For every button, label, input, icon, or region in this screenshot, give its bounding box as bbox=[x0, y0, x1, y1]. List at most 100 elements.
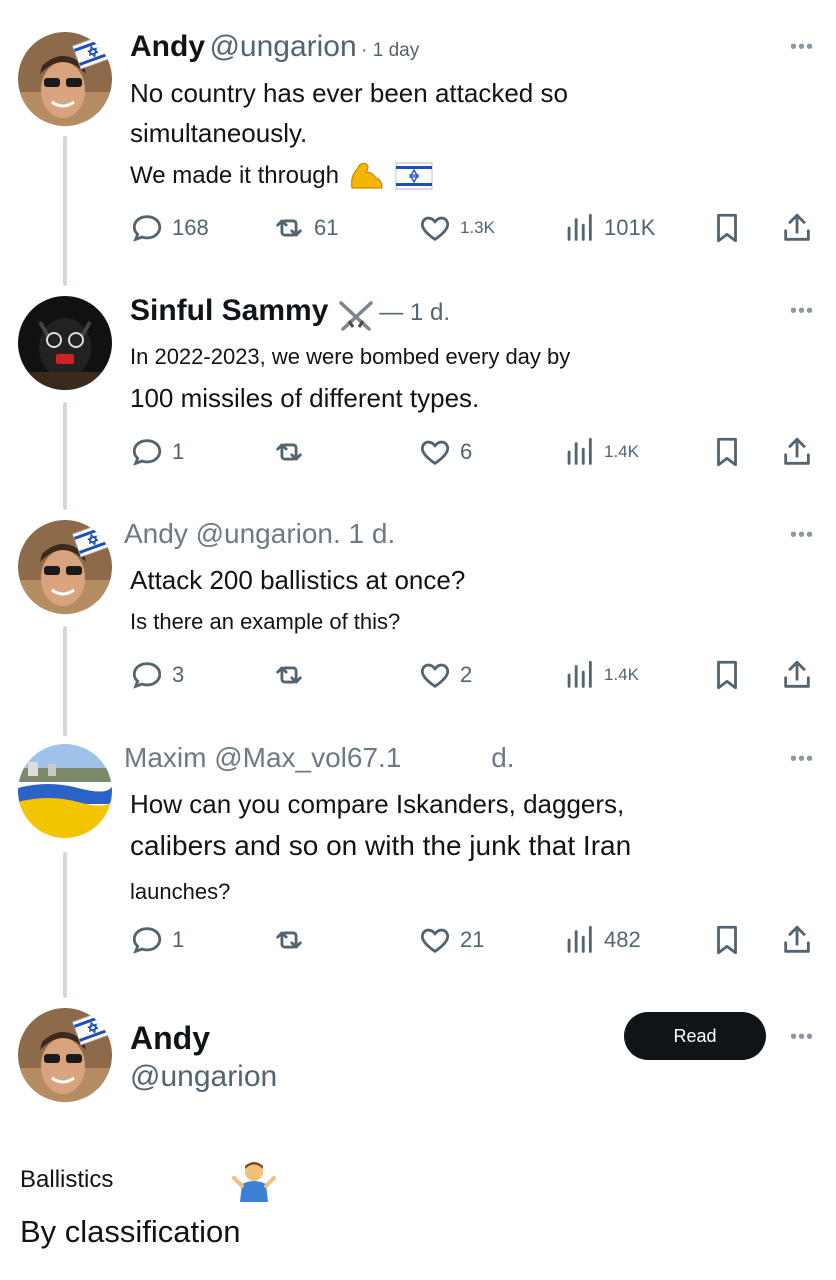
tweet-text-line: We made it through bbox=[130, 158, 433, 194]
like-button[interactable]: 21 bbox=[418, 920, 484, 960]
thread-line bbox=[63, 852, 67, 998]
tweet-text-segment: We made it through bbox=[130, 161, 340, 189]
views-button[interactable]: 482 bbox=[562, 920, 641, 960]
reply-icon bbox=[132, 215, 162, 242]
reply-count: 1 bbox=[172, 439, 185, 464]
avatar[interactable] bbox=[18, 32, 112, 126]
timestamp[interactable]: · 1 day bbox=[361, 40, 419, 61]
author-handle[interactable]: @ungarion bbox=[209, 30, 356, 63]
like-button[interactable]: 2 bbox=[418, 655, 472, 695]
reply-count: 168 bbox=[172, 215, 209, 240]
bookmark-button[interactable] bbox=[710, 920, 744, 960]
reply-button[interactable]: 1 bbox=[130, 432, 184, 472]
like-count: 6 bbox=[460, 439, 473, 464]
tweet-text-line: launches? bbox=[130, 879, 231, 904]
bookmark-button[interactable] bbox=[710, 432, 744, 472]
bookmark-icon bbox=[717, 660, 737, 690]
more-options-icon[interactable]: ••• bbox=[790, 36, 814, 59]
share-button[interactable] bbox=[780, 208, 814, 248]
like-icon bbox=[420, 928, 450, 954]
timestamp[interactable]: d. bbox=[491, 742, 514, 773]
reply-icon bbox=[132, 927, 162, 954]
avatar[interactable] bbox=[18, 520, 112, 614]
tweet-text-line: Is there an example of this? bbox=[130, 609, 401, 634]
views-button[interactable]: 101K bbox=[562, 208, 655, 248]
avatar[interactable] bbox=[18, 744, 112, 838]
tweet-text-line: 100 missiles of different types. bbox=[130, 383, 480, 413]
thread-line bbox=[63, 402, 67, 510]
views-button[interactable]: 1.4K bbox=[562, 432, 639, 472]
crossed-swords-emoji bbox=[339, 301, 373, 331]
retweet-icon bbox=[276, 666, 302, 684]
israel-flag-emoji bbox=[395, 162, 433, 190]
tweet-actions: 1 21 482 bbox=[130, 920, 820, 960]
avatar[interactable] bbox=[18, 1008, 112, 1102]
tweet-text-line: calibers and so on with the junk that Ir… bbox=[130, 830, 632, 861]
views-count: 1.4K bbox=[604, 442, 639, 461]
thread-line bbox=[63, 136, 67, 286]
bookmark-icon bbox=[717, 437, 737, 467]
retweet-button[interactable] bbox=[272, 655, 314, 695]
tweet-text-line: In 2022-2023, we were bombed every day b… bbox=[130, 344, 571, 369]
like-icon bbox=[420, 663, 450, 689]
like-icon bbox=[420, 216, 450, 242]
read-button[interactable]: Read bbox=[624, 1012, 766, 1060]
more-options-icon[interactable]: ••• bbox=[790, 748, 814, 771]
views-icon bbox=[567, 925, 592, 953]
share-button[interactable] bbox=[780, 920, 814, 960]
retweet-icon bbox=[276, 931, 302, 949]
views-icon bbox=[567, 660, 592, 688]
views-count: 1.4K bbox=[604, 665, 639, 684]
tweet-text-line: Ballistics bbox=[20, 1166, 114, 1193]
thread-line bbox=[63, 626, 67, 736]
flexed-biceps-emoji bbox=[351, 162, 383, 189]
author-name-handle[interactable]: Maxim @Max_vol67.1 bbox=[124, 742, 401, 773]
tweet-header[interactable]: Andy @ungarion. 1 d. bbox=[124, 518, 395, 550]
share-icon bbox=[784, 660, 810, 688]
bookmark-button[interactable] bbox=[710, 208, 744, 248]
share-icon bbox=[784, 437, 810, 465]
bookmark-icon bbox=[717, 213, 737, 243]
more-options-icon[interactable]: ••• bbox=[790, 1026, 814, 1049]
reply-button[interactable]: 3 bbox=[130, 655, 184, 695]
views-count: 101K bbox=[604, 215, 656, 240]
reply-button[interactable]: 1 bbox=[130, 920, 184, 960]
author-handle[interactable]: @ungarion bbox=[130, 1060, 277, 1094]
like-count: 21 bbox=[460, 927, 485, 952]
more-options-icon[interactable]: ••• bbox=[790, 524, 814, 547]
author-name[interactable]: Andy bbox=[130, 30, 205, 63]
tweet-text-line: Attack 200 ballistics at once? bbox=[130, 565, 466, 595]
tweet-text-line: How can you compare Iskanders, daggers, bbox=[130, 789, 625, 819]
like-button[interactable]: 1.3K bbox=[418, 208, 495, 248]
reply-button[interactable]: 168 bbox=[130, 208, 209, 248]
tweet-actions: 3 2 1.4K bbox=[130, 655, 820, 695]
share-icon bbox=[784, 213, 810, 241]
bookmark-icon bbox=[717, 925, 737, 955]
bookmark-button[interactable] bbox=[710, 655, 744, 695]
retweet-icon bbox=[276, 443, 302, 461]
timestamp[interactable]: — 1 d. bbox=[379, 299, 450, 326]
avatar[interactable] bbox=[18, 296, 112, 390]
author-name[interactable]: Andy bbox=[130, 1020, 210, 1057]
more-options-icon[interactable]: ••• bbox=[790, 300, 814, 323]
retweet-button[interactable] bbox=[272, 920, 314, 960]
tweet-actions: 1 6 1.4K bbox=[130, 432, 820, 472]
tweet-header: Andy @ungarion · 1 day bbox=[130, 30, 419, 64]
tweet-text-line: By classification bbox=[20, 1214, 241, 1249]
share-button[interactable] bbox=[780, 655, 814, 695]
tweet-actions: 168 61 1.3K 101K bbox=[130, 208, 820, 248]
tweet-text-line: simultaneously. bbox=[130, 118, 308, 148]
shrug-emoji bbox=[232, 1162, 276, 1202]
reply-icon bbox=[132, 662, 162, 689]
retweet-icon bbox=[276, 219, 302, 237]
like-button[interactable]: 6 bbox=[418, 432, 472, 472]
retweet-count: 61 bbox=[314, 215, 339, 240]
tweet-text-line: No country has ever been attacked so bbox=[130, 78, 568, 108]
retweet-button[interactable]: 61 bbox=[272, 208, 338, 248]
retweet-button[interactable] bbox=[272, 432, 314, 472]
share-icon bbox=[784, 925, 810, 953]
author-name[interactable]: Sinful Sammy bbox=[130, 294, 328, 327]
share-button[interactable] bbox=[780, 432, 814, 472]
views-button[interactable]: 1.4K bbox=[562, 655, 639, 695]
views-count: 482 bbox=[604, 927, 641, 952]
